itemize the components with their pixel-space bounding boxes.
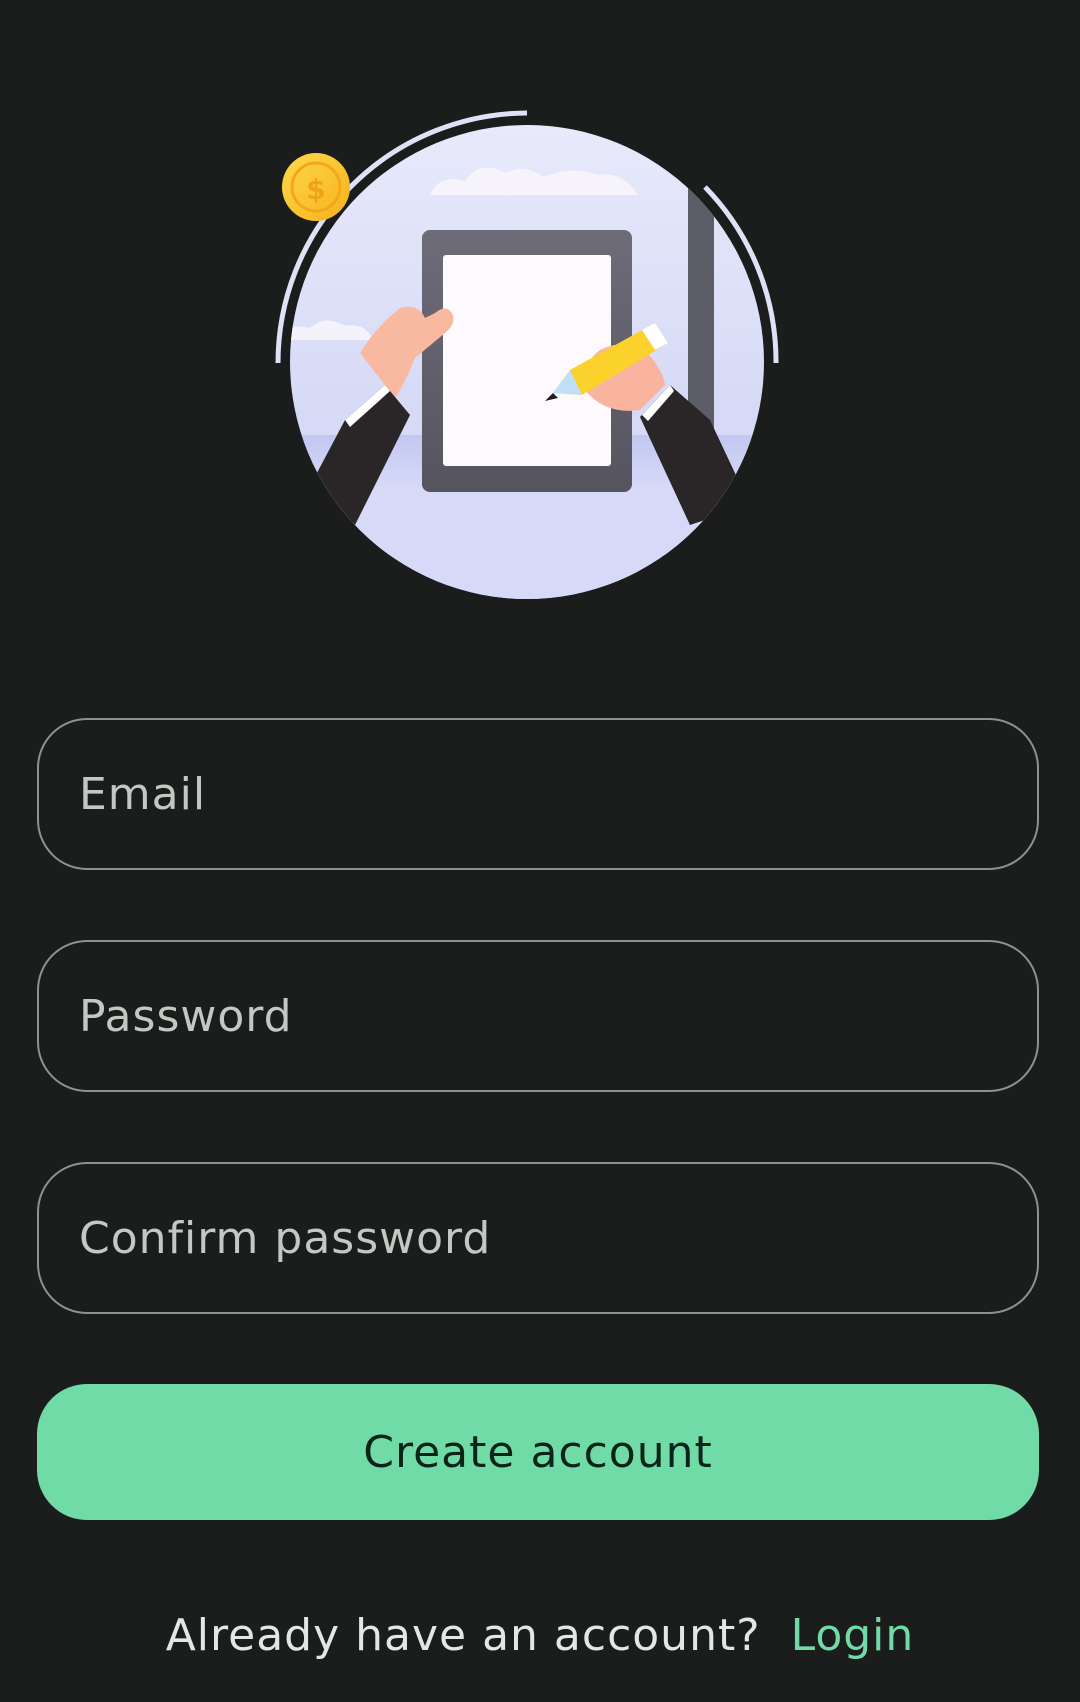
confirm-password-input[interactable] <box>79 1164 1007 1312</box>
password-input[interactable] <box>79 942 1007 1090</box>
password-field[interactable] <box>37 940 1039 1092</box>
signing-tablet-illustration: $ <box>275 110 779 599</box>
email-field[interactable] <box>37 718 1039 870</box>
confirm-password-field[interactable] <box>37 1162 1039 1314</box>
login-prompt: Already have an account? Login <box>0 1600 1080 1670</box>
svg-text:$: $ <box>306 173 325 206</box>
signup-screen: $ Create account Already have an account… <box>0 0 1080 1702</box>
login-link[interactable]: Login <box>791 1610 915 1661</box>
email-input[interactable] <box>79 720 1007 868</box>
create-account-button[interactable]: Create account <box>37 1384 1039 1520</box>
login-prompt-text: Already have an account? <box>165 1609 761 1661</box>
